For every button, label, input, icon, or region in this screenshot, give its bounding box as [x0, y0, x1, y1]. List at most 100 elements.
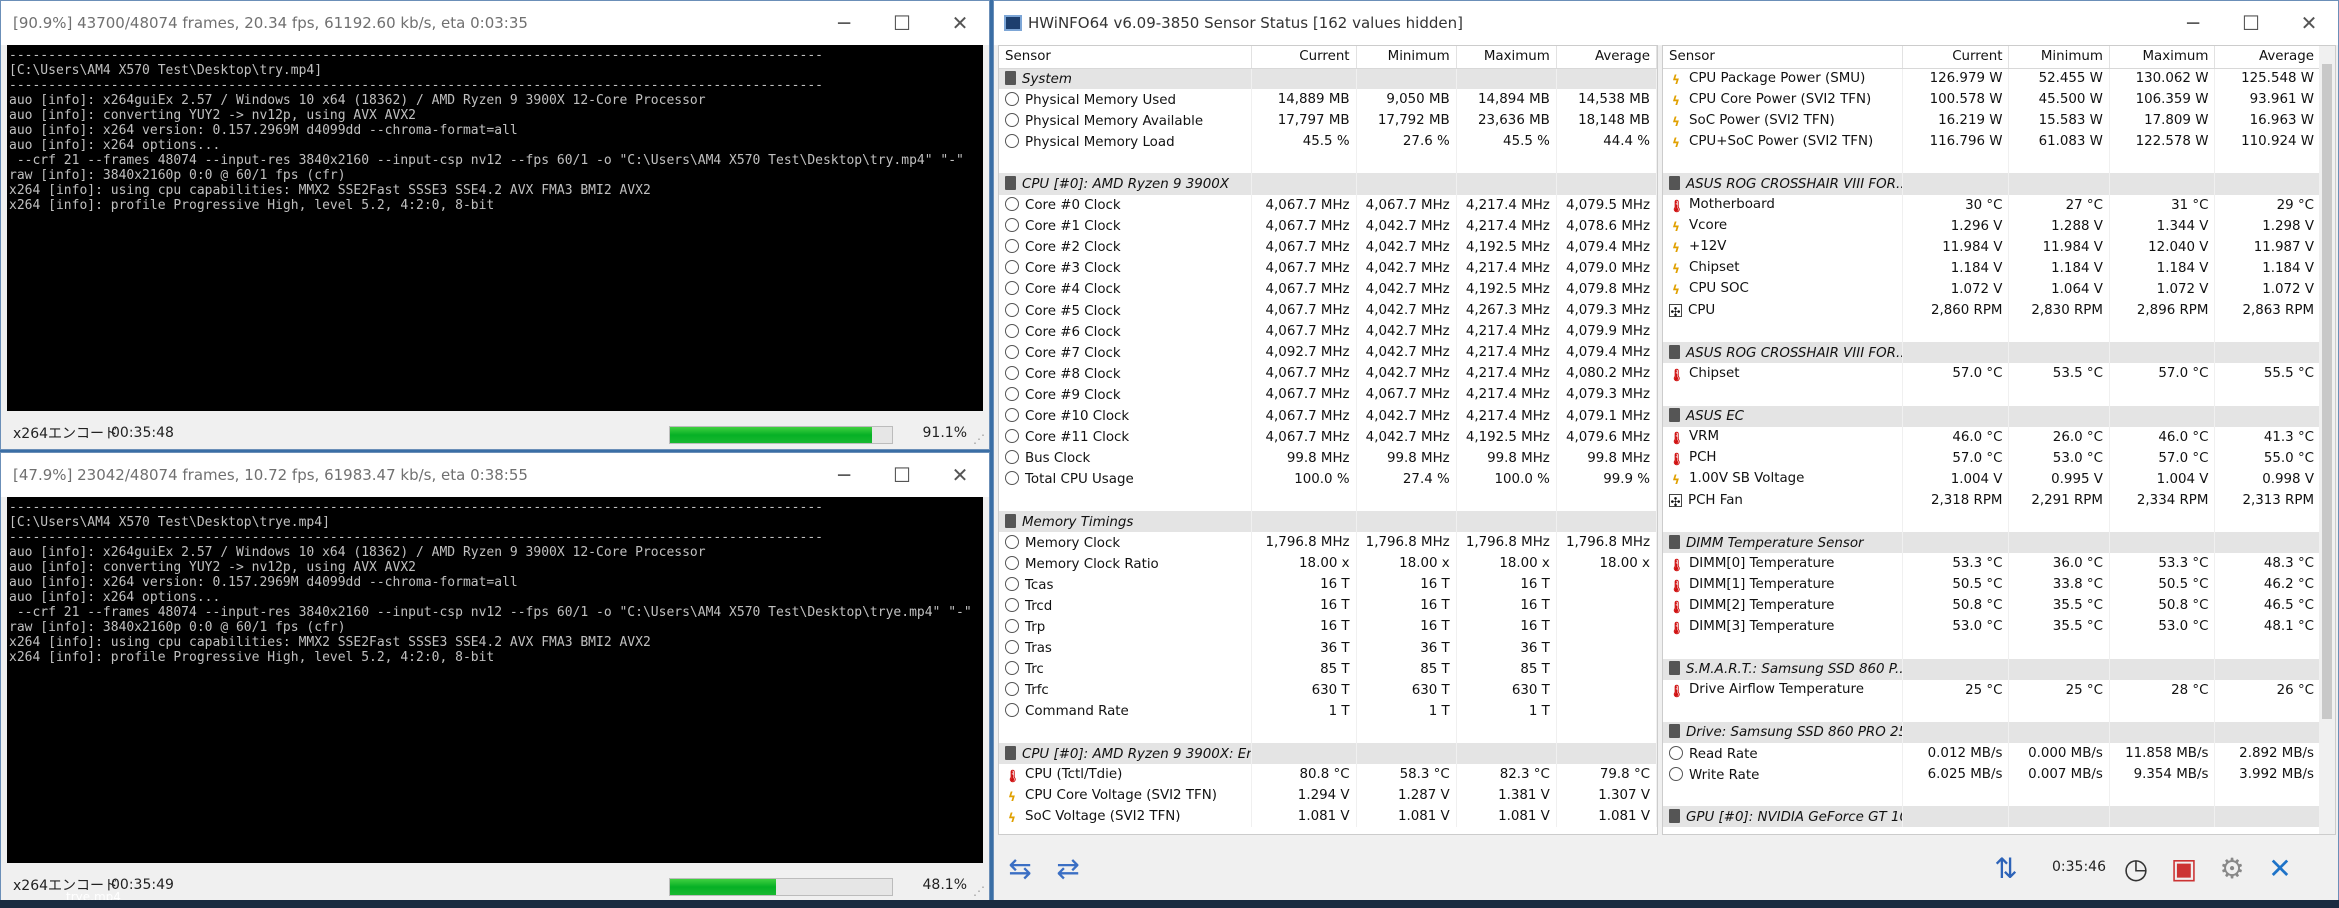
sensor-group-header[interactable]: ASUS ROG CROSSHAIR VIII FOR...: [1663, 342, 2321, 364]
column-header-average[interactable]: Average: [2214, 46, 2321, 69]
clock-icon[interactable]: ◷: [2112, 844, 2160, 892]
column-header-sensor[interactable]: Sensor: [999, 46, 1253, 69]
sensor-group-header[interactable]: CPU [#0]: AMD Ryzen 9 3900X: [999, 173, 1657, 195]
sensor-row[interactable]: Core #1 Clock 4,067.7 MHz 4,042.7 MHz 4,217…: [999, 215, 1657, 237]
column-header-current[interactable]: Current: [1251, 46, 1357, 69]
sensor-row[interactable]: Command Rate 1 T 1 T 1 T: [999, 700, 1657, 722]
sensor-group-header[interactable]: System: [999, 68, 1657, 90]
encoder-window-1[interactable]: [90.9%] 43700/48074 frames, 20.34 fps, 6…: [0, 0, 990, 450]
close-icon[interactable]: ✕: [2280, 1, 2338, 45]
sensor-row[interactable]: Core #11 Clock 4,067.7 MHz 4,042.7 MHz 4,19…: [999, 426, 1657, 448]
sensor-group-header[interactable]: GPU [#0]: NVIDIA GeForce GT 10...: [1663, 806, 2321, 828]
sensor-row[interactable]: ϟ CPU Core Power (SVI2 TFN) 100.578 W 45.50…: [1663, 89, 2321, 111]
encoder-window-2[interactable]: [47.9%] 23042/48074 frames, 10.72 fps, 6…: [0, 452, 990, 902]
encoder-1-titlebar[interactable]: [90.9%] 43700/48074 frames, 20.34 fps, 6…: [1, 1, 989, 45]
minimize-icon[interactable]: ─: [2164, 1, 2222, 45]
sensor-row[interactable]: ϟ 1.00V SB Voltage 1.004 V 0.995 V 1.004 V 0.…: [1663, 468, 2321, 490]
encoder-2-titlebar[interactable]: [47.9%] 23042/48074 frames, 10.72 fps, 6…: [1, 453, 989, 497]
sensor-row[interactable]: ϟ CPU SOC 1.072 V 1.064 V 1.072 V 1.072 V: [1663, 278, 2321, 301]
sensor-row[interactable]: Core #7 Clock 4,092.7 MHz 4,042.7 MHz 4,217…: [999, 342, 1657, 364]
sensor-row[interactable]: Core #2 Clock 4,067.7 MHz 4,042.7 MHz 4,192…: [999, 236, 1657, 258]
hwinfo-window[interactable]: HWiNFO64 v6.09-3850 Sensor Status [162 v…: [993, 0, 2339, 903]
sensor-group-header[interactable]: Memory Timings: [999, 510, 1657, 533]
column-header-maximum[interactable]: Maximum: [1456, 46, 1557, 69]
sensor-row[interactable]: 🌡 DIMM[0] Temperature 53.3 °C 36.0 °C 53.3 °…: [1663, 553, 2321, 575]
column-header-current[interactable]: Current: [1902, 46, 2010, 69]
sensor-row[interactable]: 🌡 Chipset 57.0 °C 53.5 °C 57.0 °C 55.5 °C: [1663, 363, 2321, 385]
sensor-row[interactable]: 🌡 VRM 46.0 °C 26.0 °C 46.0 °C 41.3 °C: [1663, 426, 2321, 448]
sensor-row[interactable]: ϟ CPU Core Voltage (SVI2 TFN) 1.294 V 1.287…: [999, 785, 1657, 807]
sensor-row[interactable]: Memory Clock Ratio 18.00 x 18.00 x 18.00 x 1…: [999, 553, 1657, 575]
sensor-row[interactable]: Bus Clock 99.8 MHz 99.8 MHz 99.8 MHz 99.8 MH…: [999, 447, 1657, 469]
sensor-row[interactable]: Total CPU Usage 100.0 % 27.4 % 100.0 % 99.9 …: [999, 468, 1657, 490]
sensor-row[interactable]: Trcd 16 T 16 T 16 T: [999, 595, 1657, 617]
sensor-row[interactable]: ϟ Chipset 1.184 V 1.184 V 1.184 V 1.184 V: [1663, 257, 2321, 279]
sensor-row[interactable]: Core #10 Clock 4,067.7 MHz 4,042.7 MHz 4,21…: [999, 405, 1657, 427]
sensor-row[interactable]: Core #9 Clock 4,067.7 MHz 4,067.7 MHz 4,217…: [999, 384, 1657, 406]
sensor-row[interactable]: Memory Clock 1,796.8 MHz 1,796.8 MHz 1,796.…: [999, 532, 1657, 554]
sensor-row[interactable]: ϟ +12V 11.984 V 11.984 V 12.040 V 11.987 V: [1663, 236, 2321, 258]
settings-gear-icon[interactable]: ⚙: [2208, 844, 2256, 892]
column-header-average[interactable]: Average: [1556, 46, 1657, 69]
sensor-row[interactable]: ϟ SoC Voltage (SVI2 TFN) 1.081 V 1.081 V 1.0…: [999, 806, 1657, 828]
sensor-row[interactable]: Tcas 16 T 16 T 16 T: [999, 574, 1657, 596]
sensor-group-header[interactable]: Drive: Samsung SSD 860 PRO 25...: [1663, 721, 2321, 743]
hwinfo-titlebar[interactable]: HWiNFO64 v6.09-3850 Sensor Status [162 v…: [994, 1, 2338, 45]
sensor-row[interactable]: ϟ CPU+SoC Power (SVI2 TFN) 116.796 W 61.083…: [1663, 131, 2321, 153]
sensor-table-header[interactable]: Sensor Current Minimum Maximum Average: [999, 46, 1657, 69]
resize-grip-icon[interactable]: ⋰: [973, 884, 985, 898]
minimize-icon[interactable]: ─: [815, 1, 873, 45]
maximize-icon[interactable]: ☐: [873, 453, 931, 497]
sensor-row[interactable]: 🌡 DIMM[1] Temperature 50.5 °C 33.8 °C 50.5 °…: [1663, 574, 2321, 596]
sensor-row[interactable]: Physical Memory Available 17,797 MB 17,792…: [999, 110, 1657, 132]
sensor-row[interactable]: 🌡 Motherboard 30 °C 27 °C 31 °C 29 °C: [1663, 194, 2321, 216]
sensor-row[interactable]: Read Rate 0.012 MB/s 0.000 MB/s 11.858 MB/s…: [1663, 743, 2321, 765]
sensor-row[interactable]: Core #8 Clock 4,067.7 MHz 4,042.7 MHz 4,217…: [999, 363, 1657, 385]
sensor-row[interactable]: 🌡 DIMM[2] Temperature 50.8 °C 35.5 °C 50.8 °…: [1663, 595, 2321, 617]
sensor-row[interactable]: ϟ SoC Power (SVI2 TFN) 16.219 W 15.583 W 17.…: [1663, 110, 2321, 132]
close-sensors-icon[interactable]: ✕: [2256, 844, 2304, 892]
maximize-icon[interactable]: ☐: [873, 1, 931, 45]
sensor-row[interactable]: ϟ CPU Package Power (SMU) 126.979 W 52.455 …: [1663, 68, 2321, 90]
sensor-table-header[interactable]: Sensor Current Minimum Maximum Average: [1663, 46, 2321, 69]
minimize-icon[interactable]: ─: [815, 453, 873, 497]
vertical-scrollbar[interactable]: [2319, 46, 2335, 834]
sensor-row[interactable]: 🌡 CPU (Tctl/Tdie) 80.8 °C 58.3 °C 82.3 °C 79.…: [999, 764, 1657, 786]
column-header-minimum[interactable]: Minimum: [1356, 46, 1457, 69]
sensor-pane-left[interactable]: Sensor Current Minimum Maximum Average S…: [998, 45, 1658, 835]
sensor-row[interactable]: Physical Memory Load 45.5 % 27.6 % 45.5 % 44…: [999, 131, 1657, 153]
sensor-row[interactable]: Core #6 Clock 4,067.7 MHz 4,042.7 MHz 4,217…: [999, 321, 1657, 343]
sensor-row[interactable]: Trfc 630 T 630 T 630 T: [999, 679, 1657, 701]
close-icon[interactable]: ✕: [931, 453, 989, 497]
scrollbar-thumb[interactable]: [2322, 64, 2332, 719]
sensor-row[interactable]: ϟ Vcore 1.296 V 1.288 V 1.344 V 1.298 V: [1663, 215, 2321, 237]
maximize-icon[interactable]: ☐: [2222, 1, 2280, 45]
sensor-row[interactable]: Trp 16 T 16 T 16 T: [999, 616, 1657, 638]
close-icon[interactable]: ✕: [931, 1, 989, 45]
column-header-maximum[interactable]: Maximum: [2109, 46, 2216, 69]
sensor-row[interactable]: Write Rate 6.025 MB/s 0.007 MB/s 9.354 MB/s…: [1663, 764, 2321, 786]
sensor-row[interactable]: ✣ PCH Fan 2,318 RPM 2,291 RPM 2,334 RPM 2,313…: [1663, 489, 2321, 511]
sensor-row[interactable]: Core #4 Clock 4,067.7 MHz 4,042.7 MHz 4,192…: [999, 278, 1657, 301]
sensor-group-header[interactable]: ASUS EC: [1663, 405, 2321, 427]
sensor-row[interactable]: 🌡 DIMM[3] Temperature 53.0 °C 35.5 °C 53.0 °…: [1663, 616, 2321, 638]
column-header-minimum[interactable]: Minimum: [2008, 46, 2110, 69]
sensor-group-header[interactable]: DIMM Temperature Sensor: [1663, 532, 2321, 554]
scroll-right-icon[interactable]: ⇄: [1044, 844, 1092, 892]
sensor-group-header[interactable]: ASUS ROG CROSSHAIR VIII FOR...: [1663, 173, 2321, 195]
sensor-pane-right[interactable]: Sensor Current Minimum Maximum Average ϟ…: [1662, 45, 2336, 835]
sensor-row[interactable]: Physical Memory Used 14,889 MB 9,050 MB 14,…: [999, 89, 1657, 111]
sensor-row[interactable]: Tras 36 T 36 T 36 T: [999, 637, 1657, 659]
network-icon[interactable]: ⇅: [1982, 844, 2030, 892]
sensor-group-header[interactable]: S.M.A.R.T.: Samsung SSD 860 P...: [1663, 658, 2321, 680]
sensor-row[interactable]: Core #0 Clock 4,067.7 MHz 4,067.7 MHz 4,217…: [999, 194, 1657, 216]
reset-icon[interactable]: ▣: [2160, 844, 2208, 892]
column-header-sensor[interactable]: Sensor: [1663, 46, 1903, 69]
sensor-row[interactable]: Core #5 Clock 4,067.7 MHz 4,042.7 MHz 4,267…: [999, 300, 1657, 322]
scroll-left-icon[interactable]: ⇆: [996, 844, 1044, 892]
sensor-row[interactable]: Trc 85 T 85 T 85 T: [999, 658, 1657, 680]
sensor-row[interactable]: ✣ CPU 2,860 RPM 2,830 RPM 2,896 RPM 2,863 RPM: [1663, 300, 2321, 322]
sensor-row[interactable]: Core #3 Clock 4,067.7 MHz 4,042.7 MHz 4,217…: [999, 257, 1657, 279]
sensor-row[interactable]: 🌡 PCH 57.0 °C 53.0 °C 57.0 °C 55.0 °C: [1663, 447, 2321, 469]
sensor-row[interactable]: 🌡 Drive Airflow Temperature 25 °C 25 °C 28 °…: [1663, 679, 2321, 701]
